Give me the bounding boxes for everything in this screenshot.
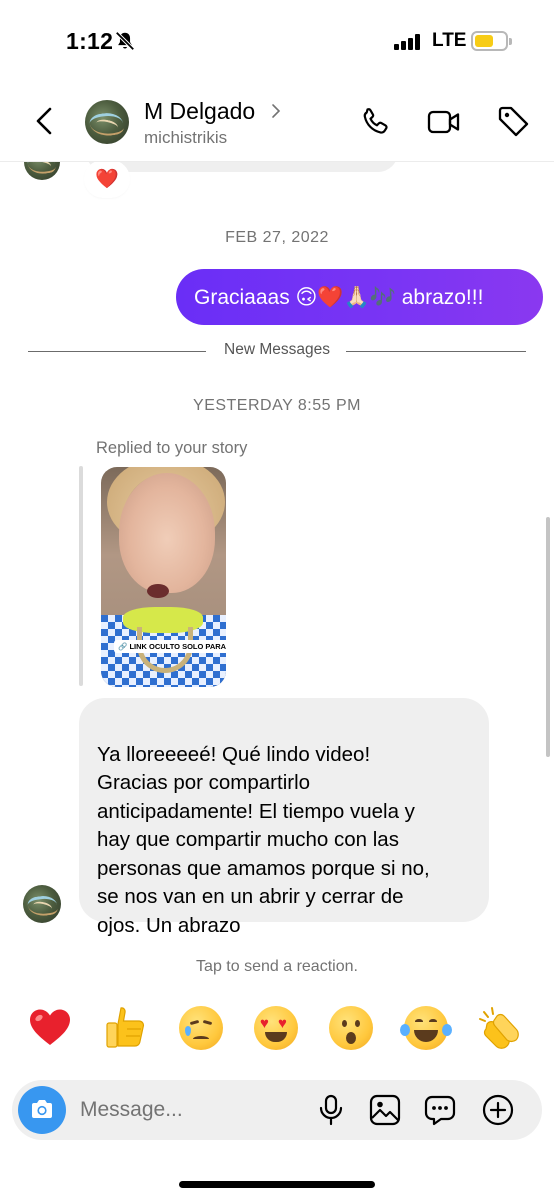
heart-reaction-emoji: ❤️ (95, 169, 119, 190)
network-label: LTE (432, 30, 467, 51)
sent-message-bubble[interactable]: Graciaaas 🙃❤️🙏🏻🎶 abrazo!!! (176, 269, 543, 325)
microphone-icon[interactable] (314, 1093, 348, 1127)
battery-icon (471, 31, 508, 51)
bell-slash-icon (115, 31, 135, 51)
heart-icon (30, 1009, 70, 1045)
sender-avatar[interactable] (24, 162, 60, 180)
story-thumbnail[interactable]: 🔗 LINK OCULTO SOLO PARA UDS (101, 467, 226, 687)
phone-icon[interactable] (357, 104, 393, 140)
add-icon[interactable] (481, 1093, 515, 1127)
reply-quote-bar (79, 466, 83, 686)
new-messages-divider: New Messages (28, 341, 526, 361)
received-message-bubble[interactable]: Ya lloreeeeé! Qué lindo video! Gracias p… (79, 698, 489, 937)
sender-avatar[interactable] (23, 885, 61, 923)
crying-face-icon (179, 1006, 223, 1050)
sent-message-text: Graciaaas 🙃❤️🙏🏻🎶 abrazo!!! (194, 285, 484, 309)
camera-icon (32, 1100, 52, 1118)
signal-bars-icon (394, 34, 422, 50)
time-separator: YESTERDAY 8:55 PM (193, 397, 361, 414)
message-list[interactable]: ❤️ FEB 27, 2022 Graciaaas 🙃❤️🙏🏻🎶 abrazo!… (0, 162, 554, 962)
link-icon: 🔗 (118, 642, 128, 651)
contact-avatar[interactable] (85, 100, 129, 144)
reaction-heart-eyes[interactable]: ♥ ♥ (251, 1003, 301, 1053)
story-face (119, 473, 215, 593)
status-bar: 1:12 LTE (0, 0, 554, 80)
gallery-icon[interactable] (368, 1093, 402, 1127)
message-reaction[interactable]: ❤️ (86, 162, 128, 196)
dm-thread-screen: 1:12 LTE M Delgado michistrikis ❤️ FEB 2… (0, 0, 554, 1200)
reaction-crying[interactable] (176, 1003, 226, 1053)
tag-icon[interactable] (496, 104, 532, 140)
reaction-thumbs-up[interactable] (100, 1003, 150, 1053)
message-input[interactable] (80, 1094, 300, 1126)
previous-message-bubble[interactable] (86, 162, 398, 172)
reaction-clapping[interactable] (477, 1003, 527, 1053)
message-composer (12, 1080, 542, 1140)
conversation-header: M Delgado michistrikis (0, 80, 554, 162)
thumbs-up-icon (106, 1007, 145, 1048)
contact-username[interactable]: michistrikis (144, 128, 227, 148)
reaction-heart[interactable] (25, 1003, 75, 1053)
surprised-face-icon (329, 1006, 373, 1050)
reaction-hint: Tap to send a reaction. (196, 958, 358, 975)
contact-name[interactable]: M Delgado (144, 98, 255, 125)
reaction-tears-of-joy[interactable] (400, 1003, 452, 1053)
new-messages-label: New Messages (224, 341, 330, 358)
battery-level (475, 35, 493, 47)
sticker-icon[interactable] (423, 1093, 457, 1127)
reaction-surprised[interactable] (326, 1003, 376, 1053)
heart-eyes-face-icon: ♥ ♥ (254, 1006, 298, 1050)
story-reply-label: Replied to your story (96, 439, 248, 457)
battery-tip (509, 38, 512, 45)
story-link-text: LINK OCULTO SOLO PARA UDS (129, 642, 226, 651)
video-camera-icon[interactable] (426, 104, 462, 140)
received-message-text: Ya lloreeeeé! Qué lindo video! Gracias p… (97, 742, 430, 937)
back-chevron-icon[interactable] (28, 104, 62, 138)
quick-reactions: ♥ ♥ (0, 1003, 554, 1053)
home-indicator[interactable] (179, 1181, 375, 1188)
tears-of-joy-face-icon (400, 1006, 452, 1050)
status-time: 1:12 (66, 28, 114, 54)
chevron-right-icon[interactable] (270, 103, 282, 119)
clapping-hands-icon (479, 1007, 519, 1049)
story-mouth (147, 584, 169, 598)
date-separator: FEB 27, 2022 (225, 229, 329, 246)
scrollbar[interactable] (546, 517, 550, 757)
camera-button[interactable] (18, 1086, 66, 1134)
story-link-sticker: 🔗 LINK OCULTO SOLO PARA UDS (114, 640, 226, 653)
